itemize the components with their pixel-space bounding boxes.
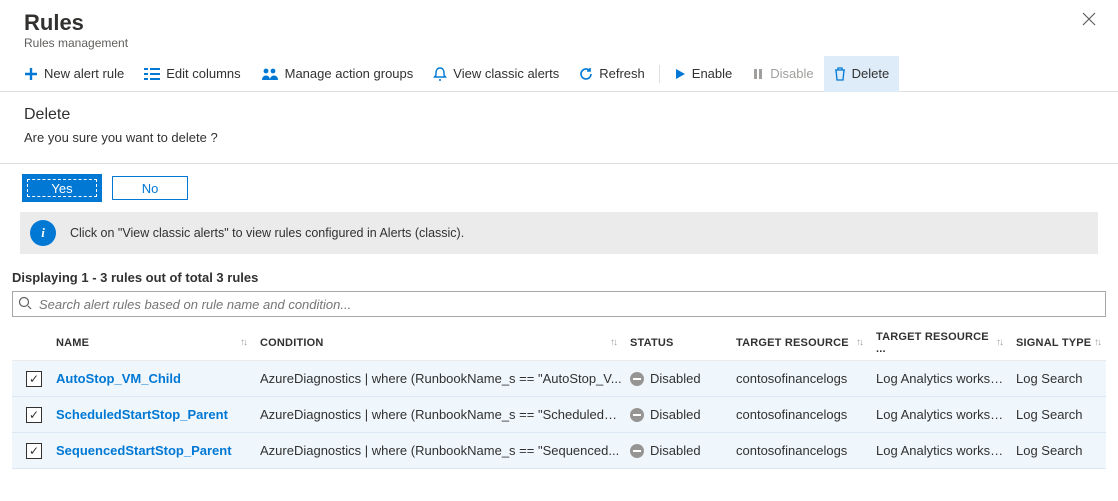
col-header-name[interactable]: NAME↑↓ <box>56 337 260 349</box>
trash-icon <box>834 67 846 81</box>
pause-icon <box>752 68 764 80</box>
toolbar-separator <box>659 65 660 83</box>
delete-confirm-panel: Delete Are you sure you want to delete ? <box>0 92 1118 164</box>
table-row[interactable]: ScheduledStartStop_Parent AzureDiagnosti… <box>12 397 1106 433</box>
edit-columns-button[interactable]: Edit columns <box>134 56 250 92</box>
enable-label: Enable <box>692 66 732 81</box>
rule-target-type: Log Analytics worksp... <box>876 371 1016 386</box>
rule-target: contosofinancelogs <box>736 371 876 386</box>
rule-signal-type: Log Search <box>1016 371 1106 386</box>
page-subtitle: Rules management <box>24 36 128 50</box>
table-header: NAME↑↓ CONDITION↑↓ STATUS TARGET RESOURC… <box>12 325 1106 361</box>
col-header-target-type[interactable]: TARGET RESOURCE ...↑↓ <box>876 331 1016 355</box>
people-icon <box>261 67 279 81</box>
table-row[interactable]: AutoStop_VM_Child AzureDiagnostics | whe… <box>12 361 1106 397</box>
search-input[interactable] <box>12 291 1106 317</box>
disable-label: Disable <box>770 66 813 81</box>
info-banner-text: Click on "View classic alerts" to view r… <box>70 226 464 240</box>
manage-action-groups-label: Manage action groups <box>285 66 414 81</box>
new-alert-rule-button[interactable]: New alert rule <box>14 56 134 92</box>
rule-status: Disabled <box>650 443 701 458</box>
delete-button[interactable]: Delete <box>824 56 900 92</box>
status-disabled-icon <box>630 444 644 458</box>
dialog-message: Are you sure you want to delete ? <box>24 130 1094 145</box>
rule-target-type: Log Analytics worksp... <box>876 407 1016 422</box>
rule-target: contosofinancelogs <box>736 407 876 422</box>
play-icon <box>674 68 686 80</box>
col-header-status[interactable]: STATUS <box>630 337 736 349</box>
command-bar: New alert rule Edit columns Manage actio… <box>0 56 1118 92</box>
page-title: Rules <box>24 10 128 36</box>
rule-status: Disabled <box>650 371 701 386</box>
enable-button[interactable]: Enable <box>664 56 742 92</box>
search-icon <box>18 296 32 310</box>
close-button[interactable] <box>1078 10 1100 28</box>
results-count: Displaying 1 - 3 rules out of total 3 ru… <box>0 270 1118 291</box>
dialog-buttons: Yes No <box>0 164 1118 212</box>
status-disabled-icon <box>630 372 644 386</box>
refresh-label: Refresh <box>599 66 645 81</box>
row-checkbox[interactable] <box>26 443 42 459</box>
rule-name-link[interactable]: AutoStop_VM_Child <box>56 371 181 386</box>
sort-icon: ↑↓ <box>240 337 252 348</box>
view-classic-alerts-label: View classic alerts <box>453 66 559 81</box>
sort-icon: ↑↓ <box>610 337 622 348</box>
info-icon: i <box>30 220 56 246</box>
rule-status: Disabled <box>650 407 701 422</box>
bell-icon <box>433 67 447 81</box>
sort-icon: ↑↓ <box>1094 337 1106 348</box>
col-header-condition[interactable]: CONDITION↑↓ <box>260 337 630 349</box>
dialog-title: Delete <box>24 106 1094 124</box>
sort-icon: ↑↓ <box>856 337 868 348</box>
disable-button: Disable <box>742 56 823 92</box>
yes-button[interactable]: Yes <box>24 176 100 200</box>
close-icon <box>1082 12 1096 26</box>
rule-name-link[interactable]: SequencedStartStop_Parent <box>56 443 232 458</box>
rule-condition: AzureDiagnostics | where (RunbookName_s … <box>260 371 630 386</box>
rule-condition: AzureDiagnostics | where (RunbookName_s … <box>260 443 630 458</box>
view-classic-alerts-button[interactable]: View classic alerts <box>423 56 569 92</box>
rule-signal-type: Log Search <box>1016 443 1106 458</box>
row-checkbox[interactable] <box>26 371 42 387</box>
plus-icon <box>24 67 38 81</box>
columns-icon <box>144 67 160 81</box>
rule-target: contosofinancelogs <box>736 443 876 458</box>
refresh-icon <box>579 67 593 81</box>
status-disabled-icon <box>630 408 644 422</box>
rule-name-link[interactable]: ScheduledStartStop_Parent <box>56 407 228 422</box>
new-alert-rule-label: New alert rule <box>44 66 124 81</box>
rule-signal-type: Log Search <box>1016 407 1106 422</box>
edit-columns-label: Edit columns <box>166 66 240 81</box>
col-header-target[interactable]: TARGET RESOURCE↑↓ <box>736 337 876 349</box>
rules-table: NAME↑↓ CONDITION↑↓ STATUS TARGET RESOURC… <box>0 325 1118 469</box>
rule-condition: AzureDiagnostics | where (RunbookName_s … <box>260 407 630 422</box>
search-wrap <box>12 291 1106 317</box>
info-banner: i Click on "View classic alerts" to view… <box>20 212 1098 254</box>
no-button[interactable]: No <box>112 176 188 200</box>
delete-label: Delete <box>852 66 890 81</box>
sort-icon: ↑↓ <box>996 337 1008 348</box>
table-row[interactable]: SequencedStartStop_Parent AzureDiagnosti… <box>12 433 1106 469</box>
refresh-button[interactable]: Refresh <box>569 56 655 92</box>
rule-target-type: Log Analytics worksp... <box>876 443 1016 458</box>
page-header: Rules Rules management <box>0 0 1118 56</box>
row-checkbox[interactable] <box>26 407 42 423</box>
manage-action-groups-button[interactable]: Manage action groups <box>251 56 424 92</box>
col-header-signal-type[interactable]: SIGNAL TYPE↑↓ <box>1016 337 1106 349</box>
